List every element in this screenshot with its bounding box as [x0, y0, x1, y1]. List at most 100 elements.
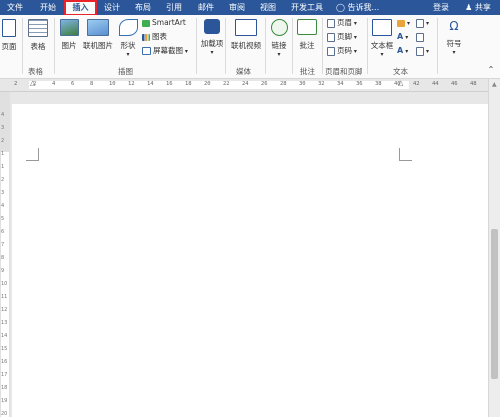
vruler-tick-label: 7 [1, 242, 5, 248]
chevron-down-icon: ▾ [352, 20, 357, 27]
screenshot-icon [142, 47, 151, 55]
tell-me-box[interactable]: ◯ 告诉我... [336, 0, 396, 15]
ruler-tick-label: 46 [451, 81, 458, 87]
symbol-label: 符号 [446, 39, 462, 48]
link-icon [270, 19, 288, 36]
chevron-down-icon: ▾ [403, 34, 409, 41]
drop-cap-button[interactable]: A ▾ [397, 46, 408, 57]
vertical-ruler: 4 3 2 1 1 2 3 4 5 6 7 8 9 10 11 12 13 14 15 16 17 18 19 20 [0, 92, 10, 417]
addins-label: 加载项 [200, 39, 224, 48]
ruler-tick-label: 18 [185, 81, 192, 87]
quick-parts-icon [397, 19, 405, 27]
ruler-tick-label: 34 [337, 81, 344, 87]
ruler-active-area [29, 81, 409, 89]
chevron-down-icon: ▾ [183, 48, 188, 55]
margin-corner-top-left [26, 148, 39, 161]
group-header-footer-label: 页眉和页脚 [325, 67, 363, 76]
object-button[interactable]: ▾ [416, 46, 429, 57]
tab-home[interactable]: 开始 [36, 0, 60, 15]
link-button[interactable]: 链接 ▾ [268, 19, 290, 58]
group-media-label: 媒体 [236, 67, 251, 76]
scroll-up-icon[interactable]: ▲ [492, 81, 497, 88]
ruler-tick-label: 48 [470, 81, 477, 87]
tab-references[interactable]: 引用 [162, 0, 186, 15]
vruler-tick-label: 11 [1, 294, 8, 300]
tab-developer[interactable]: 开发工具 [287, 0, 327, 15]
horizontal-ruler: 2 2 4 6 8 10 12 14 16 18 20 22 24 26 28 30 32 34 36 38 40 42 4… [0, 79, 488, 92]
smartart-button[interactable]: SmartArt [142, 18, 186, 28]
signature-line-button[interactable]: ▾ [416, 18, 429, 29]
ruler-tick-label: 12 [128, 81, 135, 87]
ruler-tick-label: 16 [166, 81, 173, 87]
ruler-tick-label: 28 [280, 81, 287, 87]
chevron-down-icon: ▾ [426, 48, 430, 55]
header-icon [327, 18, 335, 28]
calendar-icon [416, 32, 424, 42]
tab-view[interactable]: 视图 [256, 0, 280, 15]
header-label: 页眉 [337, 18, 352, 27]
vruler-tick-label: 3 [1, 125, 5, 131]
vruler-tick-label: 17 [1, 372, 8, 378]
screenshot-button[interactable]: 屏幕截图 ▾ [142, 46, 188, 57]
smartart-icon [142, 19, 150, 27]
tab-mailings[interactable]: 邮件 [194, 0, 218, 15]
chevron-down-icon: ▾ [452, 49, 456, 56]
footer-button[interactable]: 页脚 ▾ [327, 32, 357, 43]
lightbulb-icon: ◯ [336, 3, 345, 12]
table-button[interactable]: 表格 [26, 19, 50, 52]
ruler-tick-label: 8 [90, 81, 94, 87]
vruler-tick-label: 3 [1, 190, 5, 196]
page-icon [2, 19, 16, 37]
vertical-scrollbar[interactable]: ▲ [488, 79, 500, 417]
tab-layout[interactable]: 布局 [131, 0, 155, 15]
ruler-tick-label: 6 [71, 81, 75, 87]
online-video-button[interactable]: 联机视频 [228, 19, 264, 51]
vruler-tick-label: 5 [1, 216, 5, 222]
online-picture-button[interactable]: 联机图片 [82, 19, 114, 51]
vruler-tick-label: 19 [1, 398, 8, 404]
separator [367, 18, 368, 74]
shapes-button[interactable]: 形状 ▾ [116, 19, 140, 58]
chart-icon [142, 33, 150, 41]
tab-file[interactable]: 文件 [3, 0, 27, 15]
vruler-tick-label: 2 [1, 138, 5, 144]
online-video-label: 联机视频 [231, 41, 261, 50]
tab-design[interactable]: 设计 [100, 0, 124, 15]
share-button[interactable]: ♟ 共享 [458, 0, 498, 15]
addins-button[interactable]: 加载项 ▾ [200, 19, 224, 56]
date-time-button[interactable] [416, 32, 426, 42]
wordart-button[interactable]: A ▾ [397, 32, 408, 43]
vruler-tick-label: 6 [1, 229, 5, 235]
chevron-down-icon: ▾ [352, 34, 357, 41]
scrollbar-thumb[interactable] [491, 229, 498, 379]
pages-button[interactable]: 页面 [0, 19, 20, 52]
textbox-icon [372, 19, 392, 36]
separator [22, 18, 23, 74]
page-number-button[interactable]: 页码 ▾ [327, 46, 357, 57]
symbol-button[interactable]: Ω 符号 ▾ [442, 19, 466, 56]
textbox-button[interactable]: 文本框 ▾ [369, 19, 395, 58]
chart-button[interactable]: 图表 [142, 32, 167, 42]
right-indent-marker-icon[interactable]: △ [398, 79, 403, 87]
vruler-tick-label: 15 [1, 346, 8, 352]
collapse-ribbon-icon[interactable]: ⌃ [486, 65, 496, 74]
vruler-tick-label: 8 [1, 255, 5, 261]
login-button[interactable]: 登录 [430, 0, 452, 15]
indent-marker-icon[interactable]: △ [30, 79, 35, 87]
separator [54, 18, 55, 74]
smartart-label: SmartArt [152, 18, 186, 27]
document-page[interactable] [12, 104, 488, 417]
chevron-down-icon: ▾ [352, 48, 357, 55]
shapes-label: 形状 [120, 41, 136, 50]
comment-button[interactable]: 批注 [295, 19, 319, 51]
signature-icon [416, 18, 424, 28]
ruler-tick-label: 44 [432, 81, 439, 87]
shapes-icon [118, 19, 138, 36]
page-number-label: 页码 [337, 46, 352, 55]
picture-button[interactable]: 图片 [58, 19, 80, 51]
header-button[interactable]: 页眉 ▾ [327, 18, 357, 29]
quick-parts-button[interactable]: ▾ [397, 18, 410, 29]
ruler-tick-label: 22 [223, 81, 230, 87]
store-icon [204, 19, 220, 34]
tab-review[interactable]: 审阅 [225, 0, 249, 15]
